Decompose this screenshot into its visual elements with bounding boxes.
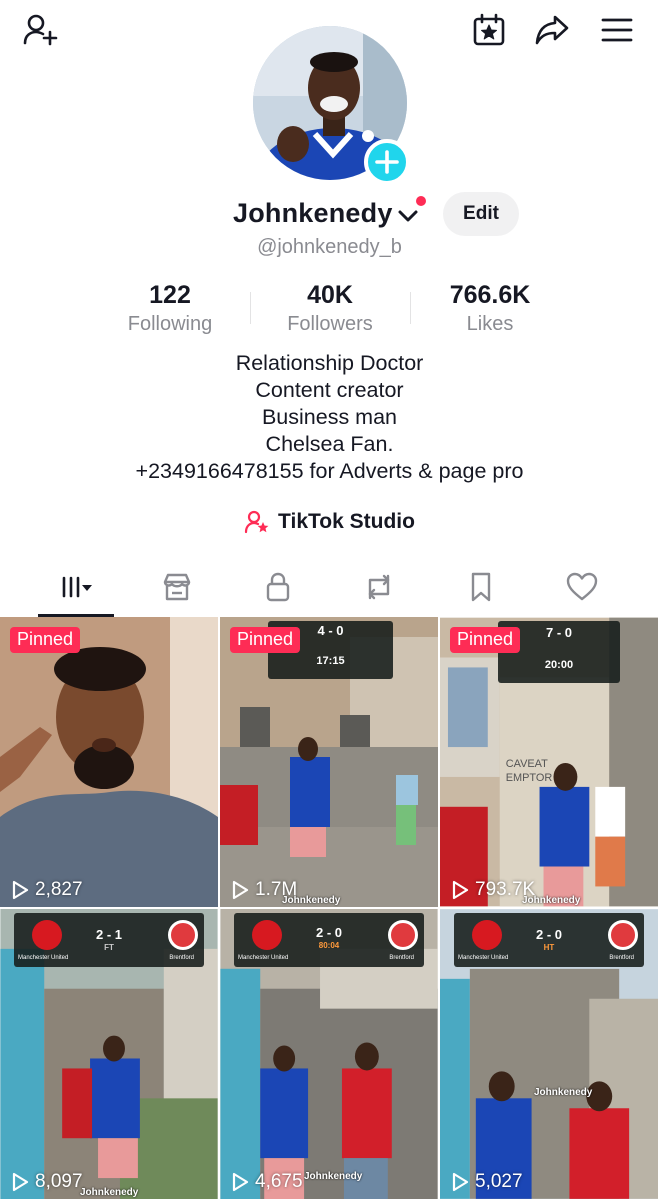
plus-icon — [375, 150, 399, 174]
view-count: 793.7K — [450, 879, 535, 901]
match-time: 17:15 — [316, 655, 345, 667]
pinned-badge: Pinned — [450, 627, 521, 653]
video-thumbnail[interactable]: 2 - 1 FT Manchester United Brentford Joh… — [0, 909, 218, 1199]
tab-shop[interactable] — [137, 560, 217, 614]
stat-following[interactable]: 122 Following — [90, 280, 250, 340]
scoreboard: 2 - 1 FT Manchester United Brentford — [14, 913, 204, 967]
stat-value: 40K — [307, 281, 353, 309]
stat-likes[interactable]: 766.6K Likes — [410, 280, 570, 340]
add-follow-badge[interactable] — [364, 139, 410, 185]
studio-label: TikTok Studio — [278, 510, 415, 533]
chevron-down-icon[interactable] — [396, 206, 420, 226]
match-status: 80:04 — [318, 941, 340, 950]
view-count-value: 1.7M — [255, 879, 298, 900]
bio: Relationship Doctor Content creator Busi… — [0, 350, 659, 485]
bio-line: Content creator — [255, 378, 404, 402]
play-icon — [452, 880, 469, 900]
tiktok-studio-link[interactable]: TikTok Studio — [0, 506, 659, 538]
scoreboard: 2 - 0 HT Manchester United Brentford — [454, 913, 644, 967]
view-count: 2,827 — [10, 879, 83, 901]
score: 2 - 0 — [315, 925, 342, 940]
view-count-value: 5,027 — [475, 1171, 523, 1192]
username: @johnkenedy_b — [257, 236, 402, 258]
home-team: Manchester United — [458, 955, 509, 961]
view-count: 5,027 — [450, 1171, 523, 1193]
shop-icon — [163, 573, 191, 601]
view-count-value: 8,097 — [35, 1171, 83, 1192]
play-icon — [12, 1172, 29, 1192]
lock-icon — [266, 572, 290, 602]
view-count: 1.7M — [230, 879, 297, 901]
tab-videos[interactable] — [36, 560, 116, 614]
bookmark-icon — [471, 572, 491, 602]
view-count-value: 2,827 — [35, 879, 83, 900]
view-count-value: 793.7K — [475, 879, 536, 900]
scoreboard: 2 - 0 80:04 Manchester United Brentford — [234, 913, 424, 967]
away-team: Brentford — [389, 955, 414, 961]
play-icon — [12, 880, 29, 900]
tab-liked[interactable] — [542, 560, 622, 614]
match-time: 20:00 — [544, 659, 574, 671]
view-count-value: 4,675 — [255, 1171, 303, 1192]
stat-label: Followers — [287, 313, 373, 335]
profile-avatar-wrap[interactable] — [253, 26, 410, 185]
watermark: Johnkenedy — [80, 1187, 139, 1198]
calendar-star-icon[interactable] — [469, 10, 509, 50]
add-friend-icon[interactable] — [20, 10, 60, 50]
video-thumbnail[interactable]: 2 - 0 80:04 Manchester United Brentford … — [220, 909, 438, 1199]
bio-line: Chelsea Fan. — [265, 432, 394, 456]
play-icon — [452, 1172, 469, 1192]
away-team: Brentford — [609, 955, 634, 961]
stat-divider — [410, 292, 411, 324]
video-thumbnail[interactable]: CAVEAT EMPTOR 7 - 0 20:00 Pinned Johnken… — [440, 617, 658, 907]
name-row: Johnkenedy Edit — [0, 192, 659, 240]
bio-line: +2349166478155 for Adverts & page pro — [135, 459, 524, 483]
watermark: Johnkenedy — [304, 1171, 363, 1182]
bio-line: Business man — [261, 405, 398, 429]
person-star-icon — [244, 510, 269, 534]
svg-text:EMPTOR: EMPTOR — [506, 772, 553, 784]
play-icon — [232, 1172, 249, 1192]
stat-value: 122 — [149, 281, 191, 309]
video-thumbnail[interactable]: Pinned 2,827 — [0, 617, 218, 907]
video-thumbnail[interactable]: 4 - 0 17:15 Pinned Johnkenedy 1.7M — [220, 617, 438, 907]
stat-followers[interactable]: 40K Followers — [250, 280, 410, 340]
home-team: Manchester United — [18, 955, 69, 961]
view-count: 8,097 — [10, 1171, 83, 1193]
pinned-badge: Pinned — [230, 627, 301, 653]
grid-lines-icon — [62, 576, 92, 598]
video-thumbnail[interactable]: 2 - 0 HT Manchester United Brentford Joh… — [440, 909, 659, 1199]
play-icon — [232, 880, 249, 900]
heart-icon — [566, 572, 598, 601]
edit-profile-button[interactable]: Edit — [443, 192, 519, 236]
profile-stats: 122 Following 40K Followers 766.6K Likes — [90, 280, 570, 340]
bio-line: Relationship Doctor — [235, 351, 424, 375]
score: 2 - 1 — [95, 927, 122, 942]
stat-label: Likes — [466, 313, 514, 335]
score: 2 - 0 — [535, 927, 562, 942]
svg-text:CAVEAT: CAVEAT — [506, 758, 548, 770]
stat-divider — [250, 292, 251, 324]
tab-private[interactable] — [238, 560, 318, 614]
hamburger-menu-icon[interactable] — [597, 10, 637, 50]
display-name[interactable]: Johnkenedy — [233, 198, 393, 229]
match-status: FT — [104, 943, 114, 952]
tab-favorites[interactable] — [441, 560, 521, 614]
pinned-badge: Pinned — [10, 627, 81, 653]
away-team: Brentford — [169, 955, 194, 961]
notification-dot — [416, 196, 426, 206]
view-count: 4,675 — [230, 1171, 303, 1193]
home-team: Manchester United — [238, 955, 289, 961]
watermark: Johnkenedy — [534, 1087, 593, 1098]
tab-reposts[interactable] — [339, 560, 419, 614]
share-arrow-icon[interactable] — [532, 10, 572, 50]
video-grid: Pinned 2,827 4 - 0 17:15 Pinned Johnkene… — [0, 617, 659, 1200]
profile-tabs — [0, 560, 659, 617]
repost-icon — [368, 574, 390, 600]
video-thumbnail-image — [0, 617, 218, 907]
match-status: HT — [543, 943, 555, 952]
stat-value: 766.6K — [449, 281, 531, 309]
stat-label: Following — [127, 313, 213, 335]
